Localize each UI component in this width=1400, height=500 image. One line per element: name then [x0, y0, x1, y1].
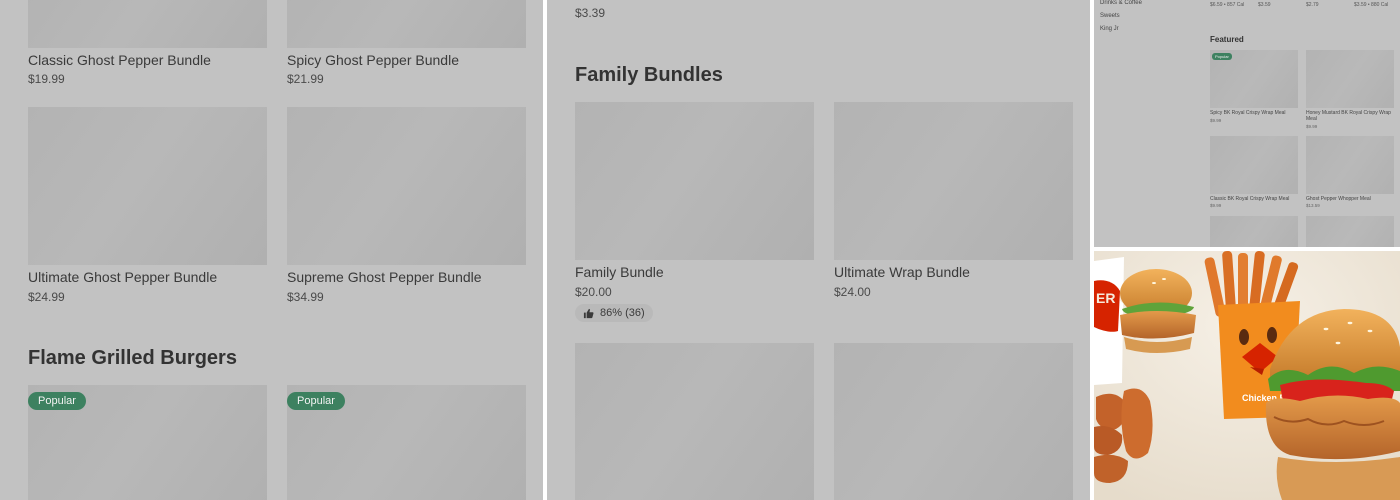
item-image[interactable] [28, 0, 267, 48]
item-price: $9.99 [1210, 118, 1222, 123]
item-name[interactable]: Spicy BK Royal Crispy Wrap Meal [1210, 110, 1300, 116]
popular-badge: Popular [1212, 53, 1232, 60]
promo-image: ER G Chicken Fries [1094, 251, 1400, 500]
item-name[interactable]: Classic BK Royal Crispy Wrap Meal [1210, 196, 1300, 202]
item-price: $24.00 [834, 285, 871, 299]
category-link[interactable]: King Jr [1100, 26, 1119, 32]
item-price: $34.99 [287, 290, 324, 304]
section-title: Flame Grilled Burgers [28, 347, 237, 369]
item-price: $2.79 [1306, 2, 1319, 8]
chicken-meal-illustration: ER G Chicken Fries [1094, 251, 1400, 500]
menu-panel-small: Drinks & Coffee Sweets King Jr $6.59 • 8… [1094, 0, 1400, 247]
item-price: $3.59 • 880 Cal [1354, 2, 1389, 8]
item-price: $21.99 [287, 72, 324, 86]
menu-panel-middle: $3.39 Family Bundles Family Bundle $20.0… [547, 0, 1090, 500]
item-image[interactable] [1306, 136, 1394, 194]
item-price: $13.59 [1306, 203, 1320, 208]
item-image[interactable] [575, 102, 814, 260]
popular-badge: Popular [287, 392, 345, 410]
featured-title: Featured [1210, 35, 1244, 44]
item-name[interactable]: Family Bundle [575, 264, 664, 280]
item-name[interactable]: Ghost Pepper Whopper Meal [1306, 196, 1396, 202]
item-image[interactable] [1210, 216, 1298, 247]
item-price: $3.59 [1258, 2, 1271, 8]
rating-badge: 86% (36) [575, 304, 653, 322]
item-price: $20.00 [575, 285, 612, 299]
menu-panel-left: Classic Ghost Pepper Bundle $19.99 Spicy… [0, 0, 543, 500]
item-image[interactable] [834, 343, 1073, 500]
category-link[interactable]: Sweets [1100, 13, 1120, 19]
item-name[interactable]: Spicy Ghost Pepper Bundle [287, 52, 459, 68]
item-image[interactable] [1210, 136, 1298, 194]
thumbs-up-icon [583, 308, 594, 318]
item-name[interactable]: Supreme Ghost Pepper Bundle [287, 269, 482, 285]
item-name[interactable]: Ultimate Wrap Bundle [834, 264, 970, 280]
item-image[interactable] [28, 107, 267, 265]
rating-text: 86% (36) [600, 307, 645, 319]
item-price: $9.99 [1306, 124, 1318, 129]
popular-badge: Popular [28, 392, 86, 410]
item-price: $3.39 [575, 6, 606, 20]
item-name[interactable]: Ultimate Ghost Pepper Bundle [28, 269, 217, 285]
item-name[interactable]: Classic Ghost Pepper Bundle [28, 52, 211, 68]
item-image[interactable] [834, 102, 1073, 260]
item-image[interactable] [1306, 216, 1394, 247]
category-link[interactable]: Drinks & Coffee [1100, 0, 1142, 6]
section-title: Family Bundles [575, 64, 723, 86]
item-price: $6.59 • 857 Cal [1210, 2, 1245, 8]
screenshot-collage: Classic Ghost Pepper Bundle $19.99 Spicy… [0, 0, 1400, 500]
item-image[interactable] [1306, 50, 1394, 108]
item-image[interactable] [287, 0, 526, 48]
item-price: $24.99 [28, 290, 65, 304]
item-image[interactable] [287, 107, 526, 265]
item-price: $9.99 [1210, 203, 1222, 208]
item-name[interactable]: Honey Mustard BK Royal Crispy Wrap Meal [1306, 110, 1396, 122]
item-price: $19.99 [28, 72, 65, 86]
item-image[interactable] [575, 343, 814, 500]
